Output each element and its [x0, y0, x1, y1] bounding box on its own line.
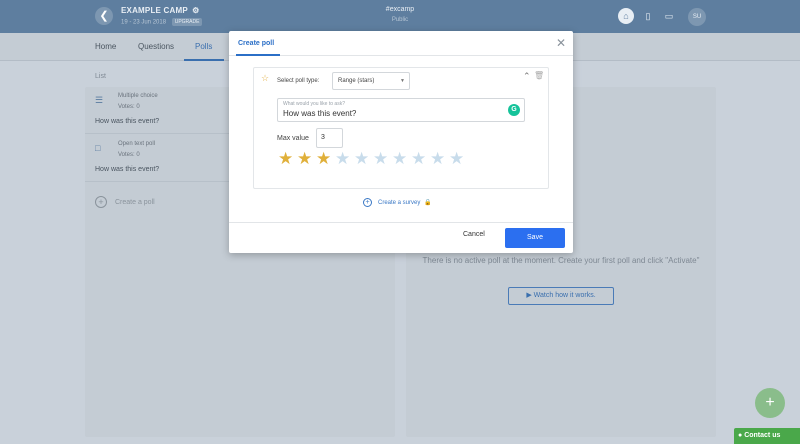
- chevron-up-icon[interactable]: ⌃: [523, 71, 531, 82]
- poll-type-value: Range (stars): [338, 78, 375, 84]
- trash-icon[interactable]: 🗑: [534, 71, 544, 80]
- tab-questions[interactable]: Questions: [138, 42, 174, 51]
- event-visibility: Public: [391, 17, 409, 23]
- max-value-label: Max value: [277, 135, 309, 142]
- stars-preview: ★ ★ ★ ★ ★ ★ ★ ★ ★ ★: [278, 149, 478, 169]
- bar-chart-icon: ☰: [95, 95, 104, 105]
- star-empty-icon: ★: [449, 149, 465, 168]
- cancel-button[interactable]: Cancel: [463, 231, 485, 238]
- question-value: How was this event?: [283, 109, 357, 118]
- poll-question: How was this event?: [95, 166, 160, 173]
- home-icon[interactable]: ⌂: [618, 8, 634, 24]
- event-code: #excamp: [385, 6, 415, 13]
- max-value-input[interactable]: 3: [316, 128, 343, 148]
- star-empty-icon: ★: [430, 149, 446, 168]
- poll-type-label: Select poll type:: [277, 78, 320, 84]
- poll-votes: Votes: 0: [118, 152, 140, 158]
- question-input[interactable]: What would you like to ask? How was this…: [277, 98, 525, 122]
- poll-votes: Votes: 0: [118, 104, 140, 110]
- phone-icon[interactable]: ▯: [640, 8, 656, 24]
- create-survey-label: Create a survey: [378, 200, 421, 207]
- event-title-text: EXAMPLE CAMP: [121, 6, 188, 15]
- tab-home[interactable]: Home: [95, 42, 116, 51]
- event-dates-text: 19 - 23 Jun 2018: [121, 19, 167, 26]
- footer-divider: [229, 222, 573, 223]
- gear-icon[interactable]: ⚙: [192, 6, 199, 15]
- tab-polls[interactable]: Polls: [195, 42, 212, 51]
- create-poll-modal: Create poll ✕ ☆ Select poll type: Range …: [229, 31, 573, 253]
- chat-icon: □: [95, 143, 101, 153]
- back-arrow-icon[interactable]: ❮: [95, 7, 113, 25]
- contact-us-button[interactable]: ● Contact us: [734, 428, 800, 444]
- star-filled-icon: ★: [278, 149, 294, 168]
- event-title[interactable]: EXAMPLE CAMP ⚙: [121, 6, 200, 15]
- poll-type-select[interactable]: Range (stars) ▼: [332, 72, 410, 90]
- top-bar: ❮ EXAMPLE CAMP ⚙ 19 - 23 Jun 2018 UPGRAD…: [0, 0, 800, 33]
- chat-bubble-icon: ●: [738, 432, 743, 439]
- create-poll-label: Create a poll: [115, 198, 155, 206]
- star-empty-icon: ★: [373, 149, 389, 168]
- watch-button-label: Watch how it works.: [533, 292, 596, 299]
- play-icon: ▶: [526, 292, 532, 299]
- star-filled-icon: ★: [316, 149, 332, 168]
- star-outline-icon: ☆: [261, 73, 270, 83]
- star-filled-icon: ★: [297, 149, 313, 168]
- poll-question: How was this event?: [95, 118, 160, 125]
- poll-type: Multiple choice: [118, 93, 158, 99]
- avatar[interactable]: SU: [688, 8, 706, 26]
- lock-icon: 🔒: [424, 200, 432, 207]
- chevron-down-icon: ▼: [400, 78, 405, 84]
- save-button[interactable]: Save: [505, 228, 565, 248]
- close-icon[interactable]: ✕: [556, 36, 566, 50]
- screen-icon[interactable]: ▭: [661, 8, 677, 24]
- star-empty-icon: ★: [392, 149, 408, 168]
- star-empty-icon: ★: [411, 149, 427, 168]
- modal-title-underline: [236, 54, 280, 56]
- poll-editor-card: ☆ Select poll type: Range (stars) ▼ ⌃ 🗑 …: [253, 67, 549, 189]
- watch-how-it-works-button[interactable]: ▶ Watch how it works.: [508, 287, 614, 305]
- grammarly-icon[interactable]: G: [508, 104, 520, 116]
- star-empty-icon: ★: [354, 149, 370, 168]
- modal-title[interactable]: Create poll: [238, 40, 274, 47]
- plus-circle-icon: +: [363, 198, 372, 207]
- upgrade-badge[interactable]: UPGRADE: [171, 18, 203, 26]
- event-dates: 19 - 23 Jun 2018 UPGRADE: [121, 18, 203, 26]
- star-empty-icon: ★: [335, 149, 351, 168]
- no-poll-message: There is no active poll at the moment. C…: [422, 256, 700, 265]
- active-tab-indicator: [184, 59, 224, 61]
- modal-header: Create poll ✕: [229, 31, 573, 56]
- create-survey-link[interactable]: + Create a survey 🔒: [363, 198, 432, 207]
- list-label: List: [95, 73, 106, 80]
- add-fab-button[interactable]: +: [755, 388, 785, 418]
- create-poll-button[interactable]: + Create a poll: [95, 196, 155, 208]
- poll-type: Open text poll: [118, 141, 156, 147]
- plus-icon: +: [95, 196, 107, 208]
- contact-us-label: Contact us: [744, 432, 781, 439]
- question-placeholder: What would you like to ask?: [283, 101, 345, 107]
